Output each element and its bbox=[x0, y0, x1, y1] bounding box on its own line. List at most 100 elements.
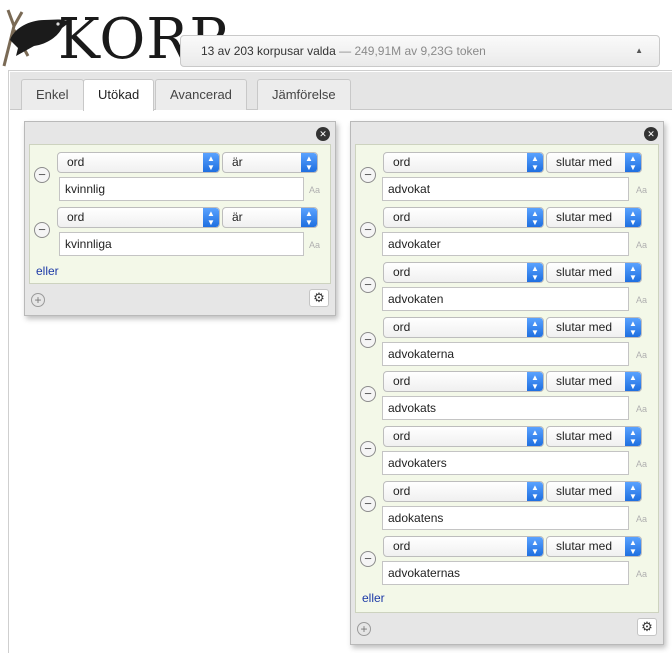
chevron-updown-icon: ▲▼ bbox=[625, 427, 641, 446]
case-toggle[interactable]: Aa bbox=[636, 459, 647, 469]
operator-select[interactable]: slutar med ▲ ▼ bbox=[546, 536, 642, 557]
value-input[interactable]: advokaterna bbox=[382, 342, 629, 366]
condition-row: − ord ▲ ▼ är ▲ ▼ kvinnlig Aa bbox=[30, 149, 330, 201]
case-toggle[interactable]: Aa bbox=[636, 569, 647, 579]
tab-bar: Enkel Utökad Avancerad Jämförelse bbox=[10, 72, 672, 111]
chevron-updown-icon: ▲▼ bbox=[301, 153, 317, 172]
operator-select[interactable]: slutar med ▲ ▼ bbox=[546, 152, 642, 173]
operator-select[interactable]: är ▲ ▼ bbox=[222, 207, 318, 228]
minus-circle-icon[interactable]: − bbox=[360, 277, 376, 293]
chevron-updown-icon: ▲▼ bbox=[625, 372, 641, 391]
condition-row: − ord ▲ ▼ är ▲ ▼ kvinnliga Aa bbox=[30, 204, 330, 256]
chevron-updown-icon: ▲▼ bbox=[625, 482, 641, 501]
plus-circle-icon[interactable]: + bbox=[31, 293, 45, 307]
attribute-select[interactable]: ord ▲ ▼ bbox=[383, 481, 544, 502]
close-icon[interactable]: ✕ bbox=[316, 127, 330, 141]
token-conditions: − ord ▲ ▼ är ▲ ▼ kvinnlig Aa − ord ▲ ▼ är ▲ ▼ kv… bbox=[29, 144, 331, 284]
chevron-updown-icon: ▲▼ bbox=[527, 372, 543, 391]
value-input[interactable]: adokatens bbox=[382, 506, 629, 530]
or-link[interactable]: eller bbox=[362, 591, 385, 605]
case-toggle[interactable]: Aa bbox=[636, 514, 647, 524]
value-input[interactable]: advokats bbox=[382, 396, 629, 420]
operator-select[interactable]: slutar med ▲ ▼ bbox=[546, 426, 642, 447]
korp-logo[interactable]: KORP bbox=[0, 0, 227, 72]
attribute-select[interactable]: ord ▲ ▼ bbox=[383, 536, 544, 557]
value-input[interactable]: advokaters bbox=[382, 451, 629, 475]
condition-row: − ord ▲ ▼ slutar med ▲ ▼ advokater Aa bbox=[356, 204, 658, 256]
attribute-select[interactable]: ord ▲ ▼ bbox=[383, 317, 544, 338]
case-toggle[interactable]: Aa bbox=[636, 350, 647, 360]
operator-select[interactable]: är ▲ ▼ bbox=[222, 152, 318, 173]
minus-circle-icon[interactable]: − bbox=[34, 167, 50, 183]
operator-select[interactable]: slutar med ▲ ▼ bbox=[546, 371, 642, 392]
or-link[interactable]: eller bbox=[36, 264, 59, 278]
case-toggle[interactable]: Aa bbox=[636, 240, 647, 250]
minus-circle-icon[interactable]: − bbox=[360, 167, 376, 183]
chevron-updown-icon: ▲▼ bbox=[527, 318, 543, 337]
tab-comparison[interactable]: Jämförelse bbox=[257, 79, 351, 110]
attribute-select[interactable]: ord ▲ ▼ bbox=[383, 426, 544, 447]
token-conditions: − ord ▲ ▼ slutar med ▲ ▼ advokat Aa − ord ▲ ▼ … bbox=[355, 144, 659, 613]
value-input[interactable]: kvinnlig bbox=[59, 177, 304, 201]
token-box-1: ✕ − ord ▲ ▼ är ▲ ▼ kvinnlig Aa − ord ▲ ▼ är ▲ ▼ … bbox=[24, 121, 336, 316]
attribute-select[interactable]: ord ▲ ▼ bbox=[383, 371, 544, 392]
value-input[interactable]: advokaten bbox=[382, 287, 629, 311]
value-input[interactable]: advokater bbox=[382, 232, 629, 256]
chevron-updown-icon: ▲▼ bbox=[203, 153, 219, 172]
chevron-updown-icon: ▲▼ bbox=[527, 427, 543, 446]
chevron-updown-icon: ▲▼ bbox=[625, 318, 641, 337]
token-box-2: ✕ − ord ▲ ▼ slutar med ▲ ▼ advokat Aa − ord ▲… bbox=[350, 121, 664, 645]
chevron-updown-icon: ▲▼ bbox=[625, 537, 641, 556]
condition-row: − ord ▲ ▼ slutar med ▲ ▼ advokaters Aa bbox=[356, 423, 658, 475]
chevron-updown-icon: ▲▼ bbox=[625, 263, 641, 282]
corpus-separator: — bbox=[335, 44, 355, 58]
case-toggle[interactable]: Aa bbox=[309, 185, 320, 195]
condition-row: − ord ▲ ▼ slutar med ▲ ▼ advokaternas Aa bbox=[356, 533, 658, 585]
chevron-updown-icon: ▲▼ bbox=[527, 537, 543, 556]
chevron-updown-icon: ▲▼ bbox=[527, 482, 543, 501]
chevron-updown-icon: ▲▼ bbox=[625, 208, 641, 227]
chevron-updown-icon: ▲▼ bbox=[527, 263, 543, 282]
value-input[interactable]: advokat bbox=[382, 177, 629, 201]
chevron-updown-icon: ▲▼ bbox=[527, 208, 543, 227]
operator-select[interactable]: slutar med ▲ ▼ bbox=[546, 481, 642, 502]
minus-circle-icon[interactable]: − bbox=[360, 551, 376, 567]
close-icon[interactable]: ✕ bbox=[644, 127, 658, 141]
tab-simple[interactable]: Enkel bbox=[21, 79, 84, 110]
attribute-select[interactable]: ord ▲ ▼ bbox=[57, 207, 220, 228]
attribute-select[interactable]: ord ▲ ▼ bbox=[383, 207, 544, 228]
plus-circle-icon[interactable]: + bbox=[357, 622, 371, 636]
chevron-updown-icon: ▲▼ bbox=[635, 46, 643, 55]
chevron-updown-icon: ▲▼ bbox=[203, 208, 219, 227]
minus-circle-icon[interactable]: − bbox=[360, 441, 376, 457]
minus-circle-icon[interactable]: − bbox=[360, 222, 376, 238]
tab-extended[interactable]: Utökad bbox=[83, 79, 155, 111]
minus-circle-icon[interactable]: − bbox=[360, 496, 376, 512]
tab-advanced[interactable]: Avancerad bbox=[155, 79, 247, 110]
case-toggle[interactable]: Aa bbox=[636, 185, 647, 195]
minus-circle-icon[interactable]: − bbox=[360, 332, 376, 348]
case-toggle[interactable]: Aa bbox=[309, 240, 320, 250]
chevron-updown-icon: ▲▼ bbox=[301, 208, 317, 227]
attribute-select[interactable]: ord ▲ ▼ bbox=[57, 152, 220, 173]
operator-select[interactable]: slutar med ▲ ▼ bbox=[546, 262, 642, 283]
chevron-updown-icon: ▲▼ bbox=[625, 153, 641, 172]
gear-icon[interactable]: ⚙ bbox=[309, 289, 329, 307]
gear-icon[interactable]: ⚙ bbox=[637, 618, 657, 636]
case-toggle[interactable]: Aa bbox=[636, 404, 647, 414]
minus-circle-icon[interactable]: − bbox=[34, 222, 50, 238]
minus-circle-icon[interactable]: − bbox=[360, 386, 376, 402]
operator-select[interactable]: slutar med ▲ ▼ bbox=[546, 207, 642, 228]
chevron-updown-icon: ▲▼ bbox=[527, 153, 543, 172]
condition-row: − ord ▲ ▼ slutar med ▲ ▼ advokat Aa bbox=[356, 149, 658, 201]
operator-select[interactable]: slutar med ▲ ▼ bbox=[546, 317, 642, 338]
value-input[interactable]: advokaternas bbox=[382, 561, 629, 585]
corpus-selector[interactable]: 13 av 203 korpusar valda — 249,91M av 9,… bbox=[180, 35, 660, 67]
value-input[interactable]: kvinnliga bbox=[59, 232, 304, 256]
condition-row: − ord ▲ ▼ slutar med ▲ ▼ advokaten Aa bbox=[356, 259, 658, 311]
condition-row: − ord ▲ ▼ slutar med ▲ ▼ advokats Aa bbox=[356, 368, 658, 420]
attribute-select[interactable]: ord ▲ ▼ bbox=[383, 152, 544, 173]
corpus-count: 13 av 203 korpusar valda bbox=[201, 44, 336, 58]
attribute-select[interactable]: ord ▲ ▼ bbox=[383, 262, 544, 283]
case-toggle[interactable]: Aa bbox=[636, 295, 647, 305]
